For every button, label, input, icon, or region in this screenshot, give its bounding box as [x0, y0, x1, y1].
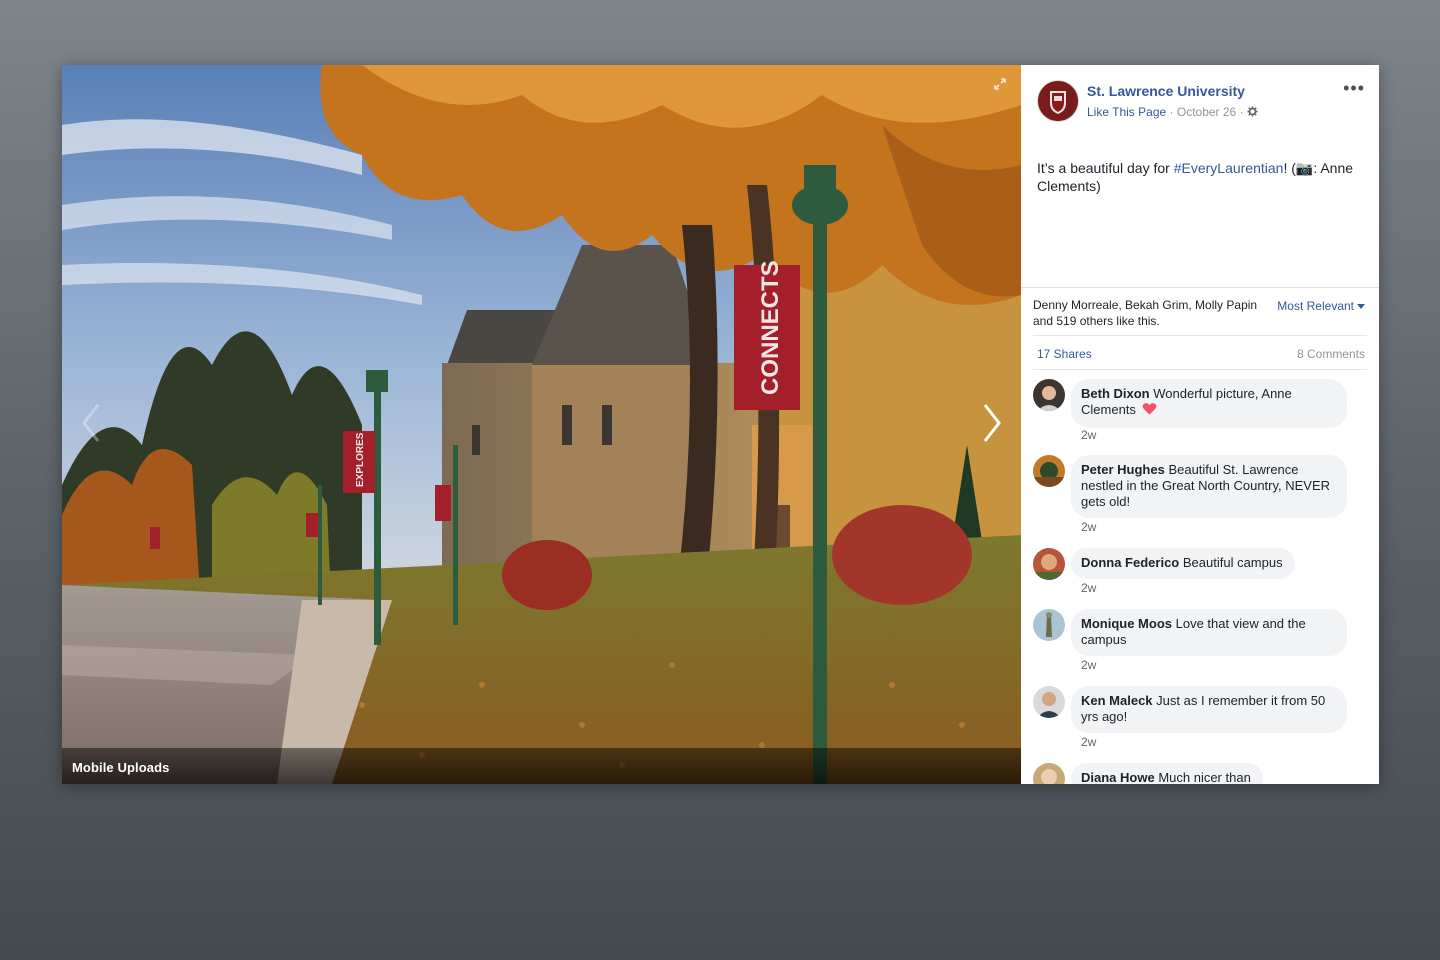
like-page-link[interactable]: Like This Page	[1087, 105, 1166, 119]
comment-time[interactable]: 2w	[1081, 428, 1096, 442]
comment-bubble: Diana Howe Much nicer than	[1071, 763, 1263, 784]
post-meta: Like This Page · October 26 ·	[1087, 105, 1258, 119]
comment-author[interactable]: Beth Dixon	[1081, 386, 1150, 401]
hashtag-link[interactable]: #EveryLaurentian	[1174, 160, 1284, 176]
post-date[interactable]: October 26	[1177, 105, 1236, 119]
avatar[interactable]	[1033, 455, 1065, 487]
comment-bubble: Ken Maleck Just as I remember it from 50…	[1071, 686, 1347, 733]
comment-author[interactable]: Donna Federico	[1081, 555, 1179, 570]
next-photo-icon[interactable]	[981, 401, 1003, 445]
heart-icon	[1142, 402, 1157, 420]
comment-bubble: Donna Federico Beautiful campus	[1071, 548, 1295, 579]
comment-time[interactable]: 2w	[1081, 658, 1096, 672]
banner-text: CONNECTS	[757, 260, 784, 395]
page-name[interactable]: St. Lawrence University	[1087, 83, 1245, 99]
comment-author[interactable]: Peter Hughes	[1081, 462, 1165, 477]
comment-time[interactable]: 2w	[1081, 735, 1096, 749]
comment-time[interactable]: 2w	[1081, 581, 1096, 595]
chevron-down-icon	[1357, 304, 1365, 310]
comment-author[interactable]: Monique Moos	[1081, 616, 1172, 631]
divider	[1033, 369, 1367, 370]
post-panel: St. Lawrence University Like This Page ·…	[1021, 65, 1379, 784]
photo-viewer: CONNECTS EXPLORES Mobile Uploads St. Law…	[62, 65, 1379, 784]
post-text: It’s a beautiful day for #EveryLaurentia…	[1037, 159, 1357, 195]
comment-author[interactable]: Diana Howe	[1081, 770, 1155, 784]
comment-bubble: Monique Moos Love that view and the camp…	[1071, 609, 1347, 656]
page-avatar[interactable]	[1037, 80, 1079, 122]
photo[interactable]: CONNECTS EXPLORES Mobile Uploads	[62, 65, 1021, 784]
album-caption[interactable]: Mobile Uploads	[72, 760, 169, 775]
campus-photo: CONNECTS EXPLORES	[62, 65, 1021, 784]
shares-count[interactable]: 17 Shares	[1037, 347, 1092, 361]
comment-time[interactable]: 2w	[1081, 520, 1096, 534]
meta-separator: ·	[1239, 105, 1247, 119]
avatar[interactable]	[1033, 609, 1065, 641]
comment-text: Much nicer than	[1158, 770, 1251, 784]
privacy-gear-icon[interactable]	[1247, 106, 1258, 117]
divider	[1033, 335, 1367, 336]
post-text-start: It’s a beautiful day for	[1037, 160, 1174, 176]
banner-text-2: EXPLORES	[355, 432, 366, 487]
expand-icon[interactable]	[993, 77, 1007, 91]
more-options-icon[interactable]: •••	[1343, 79, 1365, 97]
university-seal-icon	[1038, 81, 1078, 121]
divider	[1021, 287, 1379, 288]
comment-bubble: Beth Dixon Wonderful picture, Anne Cleme…	[1071, 379, 1347, 428]
comment-bubble: Peter Hughes Beautiful St. Lawrence nest…	[1071, 455, 1347, 518]
avatar[interactable]	[1033, 379, 1065, 411]
avatar[interactable]	[1033, 763, 1065, 784]
comments-count[interactable]: 8 Comments	[1297, 347, 1365, 361]
meta-separator: ·	[1169, 105, 1177, 119]
comment-text: Beautiful campus	[1182, 555, 1283, 570]
caption-bar: Mobile Uploads	[62, 748, 1021, 784]
avatar[interactable]	[1033, 548, 1065, 580]
sort-label: Most Relevant	[1277, 299, 1354, 313]
comment-author[interactable]: Ken Maleck	[1081, 693, 1153, 708]
previous-photo-icon[interactable]	[80, 401, 102, 445]
avatar[interactable]	[1033, 686, 1065, 718]
likes-summary[interactable]: Denny Morreale, Bekah Grim, Molly Papin …	[1033, 297, 1258, 329]
comment-sort-dropdown[interactable]: Most Relevant	[1277, 299, 1365, 313]
